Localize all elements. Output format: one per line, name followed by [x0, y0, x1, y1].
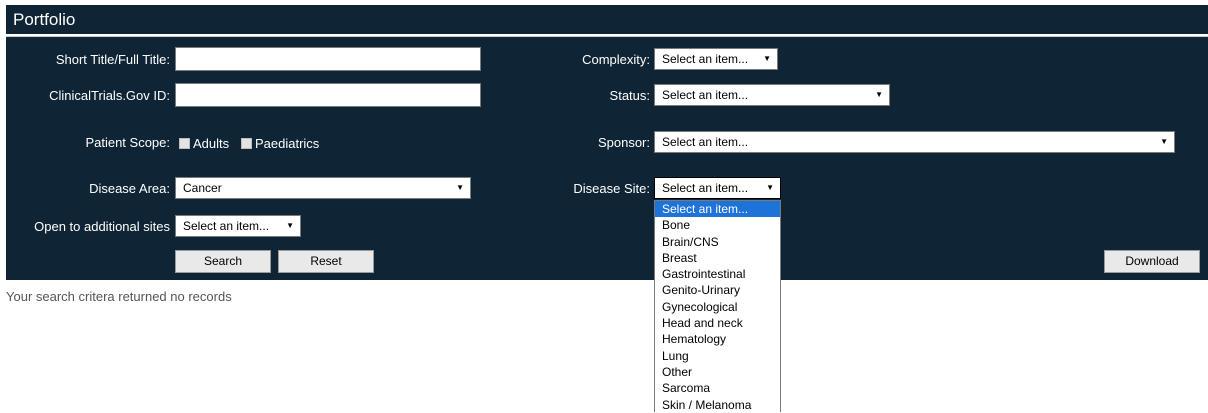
- dropdown-option[interactable]: Head and neck: [655, 315, 780, 331]
- status-value: Select an item...: [662, 88, 749, 102]
- disease-site-label: Disease Site:: [573, 181, 650, 196]
- adults-checkbox[interactable]: Adults: [179, 136, 229, 151]
- adults-checkbox-label: Adults: [193, 136, 230, 151]
- download-button[interactable]: Download: [1104, 250, 1200, 273]
- dropdown-option[interactable]: Skin / Melanoma: [655, 397, 780, 413]
- adults-checkbox-box[interactable]: [179, 138, 190, 149]
- dropdown-option[interactable]: Bone: [655, 217, 780, 233]
- chevron-down-icon: ▼: [875, 90, 883, 99]
- short-title-input[interactable]: [175, 47, 481, 71]
- chevron-down-icon: ▼: [766, 183, 774, 192]
- search-button[interactable]: Search: [175, 250, 271, 273]
- page-title: Portfolio: [13, 10, 76, 29]
- dropdown-option[interactable]: Select an item...: [655, 201, 780, 218]
- sponsor-label: Sponsor:: [597, 135, 650, 150]
- chevron-down-icon: ▼: [1160, 137, 1168, 146]
- dropdown-option[interactable]: Genito-Urinary: [655, 282, 780, 298]
- disease-site-select[interactable]: Select an item... ▼: [654, 177, 781, 199]
- disease-area-select[interactable]: Cancer ▼: [175, 177, 471, 199]
- portfolio-header: Portfolio: [6, 5, 1208, 35]
- paediatrics-checkbox-label: Paediatrics: [255, 136, 320, 151]
- complexity-value: Select an item...: [662, 52, 749, 66]
- ct-gov-id-input[interactable]: [175, 83, 481, 107]
- sponsor-value: Select an item...: [662, 135, 749, 149]
- disease-site-value: Select an item...: [662, 181, 749, 195]
- ct-gov-id-label: ClinicalTrials.Gov ID:: [49, 88, 170, 103]
- dropdown-option[interactable]: Brain/CNS: [655, 234, 780, 250]
- complexity-label: Complexity:: [582, 52, 650, 67]
- status-select[interactable]: Select an item... ▼: [654, 84, 890, 106]
- short-title-label: Short Title/Full Title:: [55, 52, 170, 67]
- disease-area-value: Cancer: [183, 181, 222, 195]
- dropdown-option[interactable]: Gynecological: [655, 299, 780, 315]
- no-results-message: Your search critera returned no records: [6, 289, 232, 304]
- open-sites-value: Select an item...: [183, 219, 270, 233]
- paediatrics-checkbox[interactable]: Paediatrics: [241, 136, 319, 151]
- chevron-down-icon: ▼: [763, 54, 771, 63]
- sponsor-select[interactable]: Select an item... ▼: [654, 131, 1175, 153]
- open-sites-select[interactable]: Select an item... ▼: [175, 215, 301, 237]
- dropdown-option[interactable]: Sarcoma: [655, 380, 780, 396]
- search-panel: Short Title/Full Title: ClinicalTrials.G…: [6, 36, 1208, 280]
- disease-area-label: Disease Area:: [89, 181, 170, 196]
- paediatrics-checkbox-box[interactable]: [241, 138, 252, 149]
- open-sites-label: Open to additional sites: [34, 219, 170, 234]
- reset-button[interactable]: Reset: [278, 250, 374, 273]
- disease-site-dropdown-list[interactable]: Select an item... Bone Brain/CNS Breast …: [654, 200, 781, 412]
- chevron-down-icon: ▼: [286, 221, 294, 230]
- dropdown-option[interactable]: Hematology: [655, 331, 780, 347]
- dropdown-option[interactable]: Gastrointestinal: [655, 266, 780, 282]
- status-label: Status:: [609, 88, 650, 103]
- dropdown-option[interactable]: Other: [655, 364, 780, 380]
- chevron-down-icon: ▼: [456, 183, 464, 192]
- dropdown-option[interactable]: Lung: [655, 348, 780, 364]
- patient-scope-label: Patient Scope:: [85, 135, 170, 150]
- dropdown-option[interactable]: Breast: [655, 250, 780, 266]
- complexity-select[interactable]: Select an item... ▼: [654, 48, 778, 70]
